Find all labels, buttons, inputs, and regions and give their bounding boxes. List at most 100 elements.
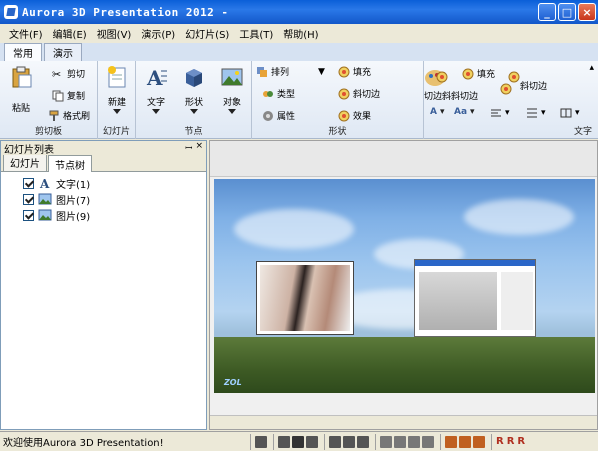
paste-button[interactable]: 粘贴 xyxy=(6,65,36,114)
spacing-button[interactable]: ▾ xyxy=(526,107,546,119)
layout-icon[interactable] xyxy=(380,435,392,448)
view-controls xyxy=(250,433,273,450)
record-icon[interactable] xyxy=(278,435,290,448)
columns-button[interactable]: ▾ xyxy=(560,107,580,119)
text-effect-button[interactable] xyxy=(500,83,512,95)
panel-tabs: 幻灯片 节点树 xyxy=(1,153,206,172)
horizontal-scrollbar[interactable] xyxy=(210,415,597,429)
grass-ground xyxy=(214,337,595,393)
panel-close-icon[interactable]: × xyxy=(195,141,203,154)
watermark-logo: ZOL xyxy=(224,378,242,387)
screenshot-sidebar xyxy=(501,272,533,330)
text-style-ab-button[interactable]: Aa ▾ xyxy=(454,107,475,117)
shapes-group-label: 形状 xyxy=(328,127,347,137)
tree-item-label: 图片(9) xyxy=(56,211,91,223)
slide-scene[interactable]: ZOL xyxy=(214,179,595,393)
tree-item[interactable]: A 文字(1) xyxy=(23,175,206,191)
text-node-button[interactable]: A 文字 xyxy=(140,65,172,114)
text-bevel-2-button[interactable] xyxy=(508,71,520,83)
text-bevel-label: 斜切边 xyxy=(520,82,548,92)
type-icon xyxy=(263,90,273,97)
tab-home[interactable]: 常用 xyxy=(4,43,42,61)
tab-present[interactable]: 演示 xyxy=(44,43,82,61)
layout-icon[interactable] xyxy=(394,435,406,448)
text-fill-button[interactable]: 填充 xyxy=(462,67,495,80)
align-button[interactable]: ▾ xyxy=(490,107,510,119)
align-icon[interactable] xyxy=(473,435,485,448)
cut-button[interactable]: ✂ 剪切 xyxy=(52,67,85,81)
chevron-down-icon: ▾ xyxy=(470,107,475,117)
bevel-icon xyxy=(436,71,448,83)
photo-node[interactable] xyxy=(256,261,354,335)
portrait-image xyxy=(260,265,350,331)
ribbon-scroll-up-icon[interactable]: ▴ xyxy=(589,63,594,73)
maximize-button[interactable]: □ xyxy=(558,3,576,21)
app-icon[interactable] xyxy=(4,5,18,19)
menu-help[interactable]: 帮助(H) xyxy=(278,26,323,41)
tab-slides[interactable]: 幻灯片 xyxy=(3,153,47,171)
title-bar: Aurora 3D Presentation 2012 - _ □ × xyxy=(0,0,598,24)
screenshot-node[interactable] xyxy=(414,259,536,337)
fill-button[interactable]: 填充 xyxy=(338,65,371,78)
menu-edit[interactable]: 编辑(E) xyxy=(48,26,92,41)
layout-icon[interactable] xyxy=(408,435,420,448)
properties-button[interactable]: 属性 xyxy=(262,109,295,122)
align-icon[interactable] xyxy=(445,435,457,448)
format-painter-button[interactable]: 格式刷 xyxy=(48,109,90,122)
effect-button[interactable]: 效果 xyxy=(338,109,371,122)
text-overlay-button[interactable]: 切边斜斜切边 xyxy=(424,89,478,102)
reset-button[interactable]: R xyxy=(517,436,525,447)
stop-icon[interactable] xyxy=(306,435,318,448)
format-painter-label: 格式刷 xyxy=(63,112,91,122)
tree-item[interactable]: 图片(9) xyxy=(23,207,206,223)
text-bevel-1-button[interactable] xyxy=(436,71,448,83)
close-button[interactable]: × xyxy=(578,3,596,21)
checkbox[interactable] xyxy=(23,209,34,221)
new-slide-icon xyxy=(108,66,126,88)
grid-icon[interactable] xyxy=(357,435,369,448)
fill-label: 填充 xyxy=(353,68,372,78)
grid-icon[interactable] xyxy=(343,435,355,448)
checkbox[interactable] xyxy=(23,177,34,189)
copy-button[interactable]: 复制 xyxy=(52,89,85,102)
layout-icon[interactable] xyxy=(422,435,434,448)
minimize-button[interactable]: _ xyxy=(538,3,556,21)
text-bevel-button[interactable]: 斜切边 xyxy=(520,79,547,92)
chevron-down-icon xyxy=(228,109,236,114)
type-button[interactable]: 类型 xyxy=(262,87,295,100)
grid-icon[interactable] xyxy=(329,435,341,448)
properties-icon xyxy=(263,110,273,121)
svg-text:A: A xyxy=(146,66,163,89)
effect-icon xyxy=(338,110,350,121)
bevel-icon xyxy=(338,88,350,99)
menu-tools[interactable]: 工具(T) xyxy=(234,26,278,41)
tab-node-tree[interactable]: 节点树 xyxy=(48,155,92,172)
nodes-group: A 文字 形状 对象 节点 xyxy=(136,61,252,139)
object-node-button[interactable]: 对象 xyxy=(216,65,248,114)
align-icon[interactable] xyxy=(459,435,471,448)
reset-button[interactable]: R xyxy=(496,436,504,447)
checkbox[interactable] xyxy=(23,193,34,205)
shape-node-label: 形状 xyxy=(184,98,203,108)
text-style-a-button[interactable]: A ▾ xyxy=(430,107,445,117)
pin-icon[interactable]: ꟷ xyxy=(185,141,192,154)
arrange-button[interactable]: 排列 ▼ xyxy=(256,65,325,78)
hand-icon[interactable] xyxy=(255,435,267,448)
new-slide-button[interactable]: 新建 xyxy=(102,65,132,114)
reset-button[interactable]: R xyxy=(507,436,515,447)
play-icon[interactable] xyxy=(292,435,304,448)
panel-header: 幻灯片列表 ꟷ × xyxy=(1,141,206,156)
menu-file[interactable]: 文件(F) xyxy=(4,26,48,41)
image-icon xyxy=(38,209,52,221)
fill-icon xyxy=(338,66,350,77)
tree-item[interactable]: 图片(7) xyxy=(23,191,206,207)
chevron-down-icon xyxy=(152,109,160,114)
bevel-button[interactable]: 斜切边 xyxy=(338,87,380,100)
effect-label: 效果 xyxy=(353,112,372,122)
menu-view[interactable]: 视图(V) xyxy=(92,26,137,41)
chevron-down-icon: ▾ xyxy=(505,108,510,118)
menu-present[interactable]: 演示(P) xyxy=(136,26,180,41)
window-title: Aurora 3D Presentation 2012 - xyxy=(22,5,229,19)
shape-node-button[interactable]: 形状 xyxy=(178,65,210,114)
menu-slides[interactable]: 幻灯片(S) xyxy=(180,26,234,41)
